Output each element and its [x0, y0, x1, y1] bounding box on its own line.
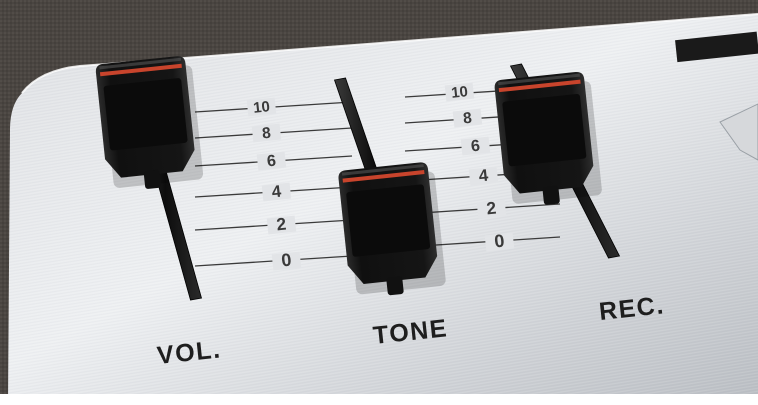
photo-margin [0, 394, 758, 405]
scale-number: 2 [486, 198, 498, 219]
scale-number: 2 [276, 214, 288, 235]
scale-number: 10 [252, 98, 270, 117]
scale-number: 6 [470, 137, 481, 156]
scale-number: 6 [266, 152, 277, 171]
scale-number: 10 [450, 83, 468, 102]
scale-number: 0 [280, 250, 292, 271]
scale-number: 0 [493, 231, 505, 252]
fader-panel-photo: 10 8 6 4 2 0 10 8 6 4 2 0 VOL. TONE REC. [0, 0, 758, 405]
